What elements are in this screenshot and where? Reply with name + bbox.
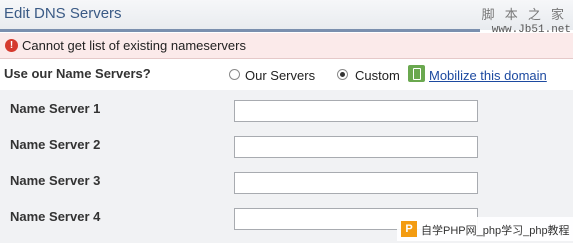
- nameserver-choice-row: Use our Name Servers? Our Servers Custom…: [0, 60, 573, 90]
- nameserver-1-label: Name Server 1: [10, 101, 101, 116]
- mobilize-domain-link[interactable]: Mobilize this domain: [429, 68, 547, 83]
- error-message: Cannot get list of existing nameservers: [22, 38, 246, 53]
- header-bar: Edit DNS Servers 脚 本 之 家 www.Jb51.net: [0, 0, 573, 36]
- nameserver-2-label: Name Server 2: [10, 137, 101, 152]
- custom-radio[interactable]: [337, 69, 348, 80]
- nameserver-4-label: Name Server 4: [10, 209, 101, 224]
- our-servers-radio[interactable]: [229, 69, 240, 80]
- error-icon: !: [5, 39, 18, 52]
- custom-label[interactable]: Custom: [355, 68, 400, 83]
- nameserver-3-label: Name Server 3: [10, 173, 101, 188]
- nameserver-choice-label: Use our Name Servers?: [4, 66, 151, 81]
- nameserver-1-input[interactable]: [234, 100, 478, 122]
- our-servers-label[interactable]: Our Servers: [245, 68, 315, 83]
- nameserver-2-input[interactable]: [234, 136, 478, 158]
- watermark-bottom-text: 自学PHP网_php学习_php教程: [421, 225, 570, 237]
- nameserver-3-input[interactable]: [234, 172, 478, 194]
- title-divider: [0, 29, 480, 32]
- php-logo-icon: P: [401, 221, 417, 237]
- watermark-top: 脚 本 之 家: [481, 8, 567, 23]
- error-banner: ! Cannot get list of existing nameserver…: [0, 33, 573, 59]
- page-title: Edit DNS Servers: [4, 5, 122, 22]
- mobile-icon: [408, 65, 425, 82]
- watermark-bottom: P 自学PHP网_php学习_php教程: [397, 217, 573, 241]
